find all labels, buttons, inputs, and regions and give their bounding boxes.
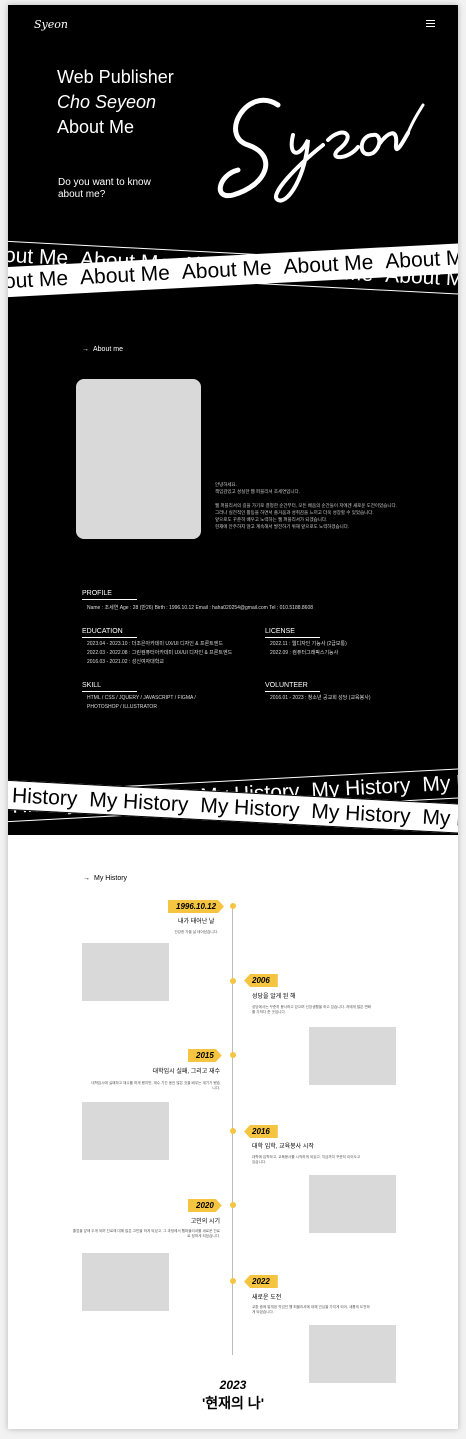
education-list: 2023.04 - 2023.10 : 더조은아카데미 UX/UI 디자인 & … bbox=[87, 640, 232, 667]
intro-line: 그러나 실전적인 활동을 하면서 즐거움과 성취감을 느끼고 더욱 성장할 수 … bbox=[215, 510, 374, 515]
final-year: 2023 bbox=[219, 1378, 247, 1392]
history-image-placeholder bbox=[309, 1325, 396, 1383]
about-label-text: About me bbox=[93, 346, 123, 353]
education-title: EDUCATION bbox=[82, 628, 137, 638]
history-label-text: My History bbox=[94, 875, 128, 882]
history-image-placeholder bbox=[82, 1102, 169, 1160]
hero-line-1: Web Publisher bbox=[57, 67, 174, 87]
education-item: 2022.03 - 2022.08 : 그린컴퓨터아카데미 UX/UI 디자인 … bbox=[87, 650, 233, 656]
profile-photo bbox=[76, 379, 201, 539]
volunteer-list: 2016.01 - 2023 : 청소년 공교회 성당 (교육봉사) bbox=[270, 694, 371, 703]
history-year-tag: 1996.10.12 bbox=[168, 900, 224, 913]
history-event-title: 성당을 알게 된 해 bbox=[252, 994, 296, 1000]
arrow-right-icon: → bbox=[82, 346, 89, 353]
history-event-text: 성당에서는 꾸준히 봉사하고 있으며 신앙생활을 하고 있습니다. 저에게 많은… bbox=[252, 1005, 372, 1014]
history-year-tag: 2022 bbox=[244, 1275, 278, 1288]
history-event-title: 내가 태어난 날 bbox=[178, 919, 215, 925]
history-event-title: 대학입시 실패, 그리고 재수 bbox=[152, 1069, 220, 1075]
history-image-placeholder bbox=[82, 943, 169, 1001]
hamburger-menu-icon[interactable] bbox=[426, 20, 435, 27]
intro-line: 앞으로도 꾸준히 배우고 노력하는 웹 퍼블리셔가 되겠습니다. bbox=[215, 517, 328, 522]
band-text: My History bbox=[88, 788, 189, 817]
history-image-placeholder bbox=[309, 1027, 396, 1085]
skill-list: HTML / CSS / JQUERY / JAVASCRIPT / FIGMA… bbox=[87, 694, 196, 712]
timeline-dot bbox=[230, 1202, 236, 1208]
history-image-placeholder bbox=[309, 1175, 396, 1233]
logo[interactable]: Syeon bbox=[34, 18, 68, 31]
hero-question-line-1: Do you want to know bbox=[58, 177, 151, 188]
license-list: 2022.11 : 웹디자인 기능사 (2급보통) 2022.09 : 컴퓨터그… bbox=[270, 640, 347, 658]
band-text: About Me bbox=[181, 256, 273, 284]
history-event-title: 고민의 시기 bbox=[190, 1219, 220, 1225]
volunteer-title: VOLUNTEER bbox=[265, 682, 320, 692]
profile-title: PROFILE bbox=[82, 590, 137, 600]
history-image-placeholder bbox=[82, 1253, 169, 1311]
history-event-text: 교환 중에 알게된 직업인 웹 퍼블리셔에 대해 관심을 가지게 되어, 새롭게… bbox=[252, 1305, 370, 1314]
intro-line: 현재에 안주하지 않고 계속해서 발전하기 위해 앞으로도 노력하겠습니다. bbox=[215, 524, 350, 529]
history-event-text: 졸업을 앞에 두게 되며 진로에 대해 많은 고민을 하게 되었고, 그 과정에… bbox=[72, 1229, 220, 1238]
intro-line: 안녕하세요. bbox=[215, 482, 237, 487]
timeline-dot bbox=[230, 903, 236, 909]
timeline-dot bbox=[230, 1052, 236, 1058]
history-event-text: 건강한 가을 날 태어났습니다. bbox=[174, 930, 218, 934]
license-title: LICENSE bbox=[265, 628, 320, 638]
skill-title: SKILL bbox=[82, 682, 137, 692]
band-text: About Me bbox=[8, 266, 69, 295]
history-event-text: 대학에 입학하고, 교육봉사를 시작하게 되었고, 지금까지 꾸준히 이어오고 … bbox=[252, 1155, 361, 1164]
license-item: 2022.11 : 웹디자인 기능사 (2급보통) bbox=[270, 641, 347, 647]
history-event-title: 대학 입학, 교육봉사 시작 bbox=[252, 1144, 314, 1150]
license-item: 2022.09 : 컴퓨터그래픽스기능사 bbox=[270, 650, 339, 656]
band-text: My History bbox=[421, 805, 458, 834]
arrow-right-icon: → bbox=[83, 875, 90, 882]
intro-text: 안녕하세요. 책임감있고 성실한 웹 퍼블리셔 조세연입니다. 웹 퍼블리셔의 … bbox=[215, 481, 415, 530]
history-event-text: 대학입시에 실패하고 재수를 하게 됐지만, 재수 기간 동안 많은 것을 배우… bbox=[91, 1081, 220, 1090]
band-text: About Me bbox=[384, 245, 458, 274]
intro-line: 책임감있고 성실한 웹 퍼블리셔 조세연입니다. bbox=[215, 489, 300, 494]
education-item: 2023.04 - 2023.10 : 더조은아카데미 UX/UI 디자인 & … bbox=[87, 641, 223, 647]
profile-info: Name : 조세연 Age : 28 (만26) Birth : 1996.1… bbox=[87, 605, 314, 611]
history-year-tag: 2006 bbox=[244, 974, 278, 987]
page-frame: Syeon Web Publisher Cho Seyeon About Me … bbox=[8, 5, 458, 1429]
hero-question: Do you want to know about me? bbox=[58, 177, 151, 201]
timeline-dot bbox=[230, 1278, 236, 1284]
band-text: About Me bbox=[282, 250, 374, 279]
about-section-label: → About me bbox=[82, 346, 123, 353]
hero-question-line-2: about me? bbox=[58, 189, 106, 200]
history-year-tag: 2016 bbox=[244, 1125, 278, 1138]
timeline-dot bbox=[230, 1128, 236, 1134]
history-event-title: 새로운 도전 bbox=[252, 1295, 282, 1301]
history-year-tag: 2015 bbox=[188, 1049, 222, 1062]
hero-line-2: Cho Seyeon bbox=[57, 92, 157, 112]
band-text: My History bbox=[310, 799, 412, 829]
band-text: My History bbox=[199, 794, 301, 823]
volunteer-item: 2016.01 - 2023 : 청소년 공교회 성당 (교육봉사) bbox=[270, 695, 371, 701]
history-year-tag: 2020 bbox=[188, 1199, 222, 1212]
skill-item: HTML / CSS / JQUERY / JAVASCRIPT / FIGMA… bbox=[87, 695, 196, 701]
final-title: '현재의 나' bbox=[201, 1395, 265, 1411]
skill-item: PHOTOSHOP / ILLUSTRATOR bbox=[87, 704, 157, 710]
band-text: My History bbox=[421, 768, 458, 797]
history-section-label: → My History bbox=[83, 875, 127, 882]
timeline-dot bbox=[230, 978, 236, 984]
band-text: My History bbox=[8, 782, 78, 811]
intro-line: 웹 퍼블리셔의 길을 가기로 결정한 순간부터, 모든 배움의 순간들이 저에겐… bbox=[215, 503, 397, 508]
education-item: 2016.03 - 2021.02 : 성신여자대학교 bbox=[87, 659, 164, 665]
signature-graphic bbox=[217, 97, 425, 203]
hero-line-3: About Me bbox=[57, 117, 135, 137]
band-text: About Me bbox=[79, 261, 171, 290]
hero-heading: Web Publisher Cho Seyeon About Me bbox=[57, 65, 174, 140]
